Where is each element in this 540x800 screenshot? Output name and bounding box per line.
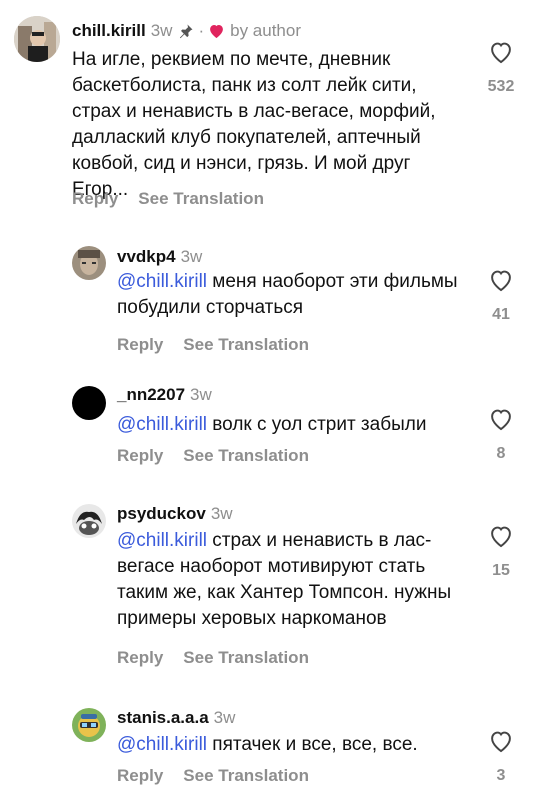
like-control: 15 — [486, 524, 516, 580]
username[interactable]: stanis.a.a.a — [117, 708, 209, 727]
comment-actions: Reply See Translation — [117, 766, 329, 786]
like-control: 8 — [486, 407, 516, 463]
comment-text: @chill.kirill пятачек и все, все, все. — [117, 732, 462, 758]
liked-by-author-label: by author — [230, 21, 301, 40]
reply-2: _nn2207 3w @chill.kirill волк с уол стрит… — [0, 380, 540, 470]
timestamp: 3w — [180, 247, 203, 266]
comment-actions: Reply See Translation — [72, 189, 284, 209]
reply-button[interactable]: Reply — [117, 648, 163, 667]
reply-3: psyduckov 3w @chill.kirill страх и ненави… — [0, 496, 540, 676]
comment-1: chill.kirill 3w · by author На игле, реквие… — [0, 0, 540, 220]
like-control: 532 — [486, 40, 516, 96]
reply-button[interactable]: Reply — [117, 766, 163, 785]
comment-text-content: волк с уол стрит забыли — [212, 414, 427, 435]
comment-header: _nn2207 3w — [117, 384, 212, 406]
heart-outline-icon[interactable] — [486, 407, 516, 431]
timestamp: 3w — [150, 21, 173, 40]
like-count: 8 — [496, 445, 506, 462]
separator-dot: · — [198, 21, 205, 40]
comment-actions: Reply See Translation — [117, 648, 329, 668]
reply-1: vvdkp4 3w @chill.kirill меня наоборот эти… — [0, 238, 540, 355]
timestamp: 3w — [213, 708, 236, 727]
avatar-stanis-a-a-a[interactable] — [72, 708, 106, 742]
avatar-chill-kirill[interactable] — [14, 16, 60, 62]
username[interactable]: chill.kirill — [72, 21, 146, 40]
username[interactable]: _nn2207 — [117, 385, 185, 404]
see-translation-button[interactable]: See Translation — [183, 648, 309, 667]
avatar-psyduckov[interactable] — [72, 504, 106, 538]
comment-text: @chill.kirill страх и ненависть в лас-ве… — [117, 528, 462, 632]
comment-text: @chill.kirill меня наоборот эти фильмы п… — [117, 269, 462, 321]
avatar-nn2207[interactable] — [72, 386, 106, 420]
timestamp: 3w — [210, 504, 233, 523]
comment-header: psyduckov 3w — [117, 503, 233, 525]
comment-text-content: пятачек и все, все, все. — [212, 734, 418, 755]
heart-outline-icon[interactable] — [486, 729, 516, 753]
heart-outline-icon[interactable] — [486, 40, 516, 64]
heart-outline-icon[interactable] — [486, 524, 516, 548]
comment-text: @chill.kirill волк с уол стрит забыли — [117, 412, 462, 438]
reply-button[interactable]: Reply — [117, 446, 163, 465]
avatar-vvdkp4[interactable] — [72, 246, 106, 280]
comment-text-content: На игле, реквием по мечте, дневник баске… — [72, 49, 436, 200]
see-translation-button[interactable]: See Translation — [183, 766, 309, 785]
mention-link[interactable]: @chill.kirill — [117, 271, 207, 292]
like-control: 41 — [486, 268, 516, 324]
like-count: 41 — [492, 306, 510, 323]
reply-4: stanis.a.a.a 3w @chill.kirill пятачек и в… — [0, 700, 540, 800]
comment-header: vvdkp4 3w — [117, 246, 202, 268]
like-count: 3 — [496, 767, 506, 784]
comment-actions: Reply See Translation — [117, 335, 329, 355]
pin-icon — [178, 23, 194, 45]
username[interactable]: psyduckov — [117, 504, 206, 523]
username[interactable]: vvdkp4 — [117, 247, 176, 266]
reply-button[interactable]: Reply — [72, 189, 118, 208]
heart-filled-icon — [208, 23, 225, 45]
comment-actions: Reply See Translation — [117, 446, 329, 466]
timestamp: 3w — [190, 385, 212, 404]
see-translation-button[interactable]: See Translation — [183, 446, 309, 465]
mention-link[interactable]: @chill.kirill — [117, 530, 207, 551]
comment-header: stanis.a.a.a 3w — [117, 707, 235, 729]
heart-outline-icon[interactable] — [486, 268, 516, 292]
comment-text: На игле, реквием по мечте, дневник баске… — [72, 47, 457, 203]
comment-header: chill.kirill 3w · by author — [72, 20, 301, 45]
see-translation-button[interactable]: See Translation — [183, 335, 309, 354]
reply-button[interactable]: Reply — [117, 335, 163, 354]
mention-link[interactable]: @chill.kirill — [117, 734, 207, 755]
mention-link[interactable]: @chill.kirill — [117, 414, 207, 435]
like-count: 15 — [492, 562, 510, 579]
like-control: 3 — [486, 729, 516, 785]
like-count: 532 — [487, 78, 515, 95]
see-translation-button[interactable]: See Translation — [138, 189, 264, 208]
